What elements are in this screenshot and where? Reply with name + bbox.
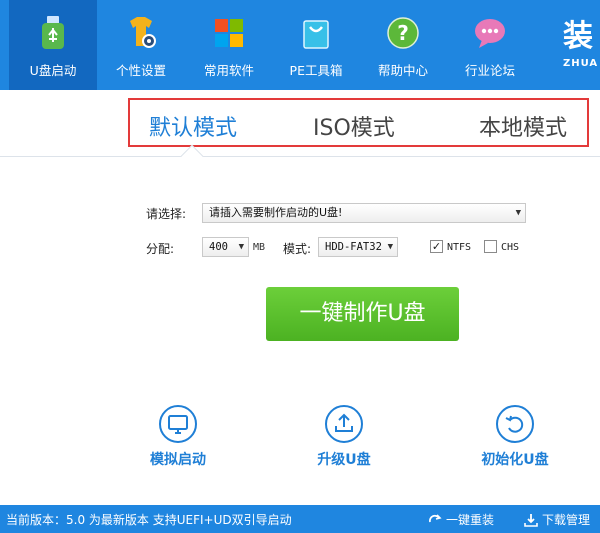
- monitor-icon: [159, 405, 197, 443]
- nav-label: 个性设置: [115, 63, 166, 78]
- format-mode-select[interactable]: HDD-FAT32 ▼: [318, 237, 398, 257]
- ntfs-checkbox[interactable]: ✓: [430, 240, 443, 253]
- partition-size-value: 400: [209, 241, 228, 253]
- nav-label: 帮助中心: [377, 63, 428, 78]
- usb-drive-icon: [42, 16, 64, 49]
- simulate-boot-button[interactable]: 模拟启动: [143, 405, 213, 469]
- download-manager-link[interactable]: 下载管理: [524, 511, 590, 528]
- tab-divider: [0, 156, 600, 157]
- nav-label: 常用软件: [203, 63, 254, 78]
- undo-arrow-icon: [496, 405, 534, 443]
- partition-label: 分配:: [146, 242, 175, 256]
- chevron-down-icon: ▼: [238, 242, 244, 252]
- download-label: 下载管理: [542, 513, 591, 527]
- chat-bubble-icon: [475, 19, 505, 48]
- mode-tabs-highlight: 默认模式 ISO模式 本地模式: [128, 98, 589, 147]
- simulate-boot-label: 模拟启动: [150, 452, 206, 468]
- partition-size-select[interactable]: 400 ▼: [202, 237, 249, 257]
- chevron-down-icon: ▼: [515, 208, 521, 218]
- nav-label: 行业论坛: [464, 63, 515, 78]
- usb-device-select[interactable]: 请插入需要制作启动的U盘! ▼: [202, 203, 526, 223]
- initialize-usb-label: 初始化U盘: [481, 452, 549, 468]
- windows-tiles-icon: [215, 19, 243, 47]
- nav-item-software[interactable]: 常用软件: [185, 0, 273, 90]
- chevron-down-icon: ▼: [387, 242, 393, 252]
- reinstall-label: 一键重装: [446, 513, 495, 527]
- brand-logo: 装 ZHUA: [563, 19, 599, 70]
- check-icon: ✓: [431, 240, 442, 253]
- nav-label: U盘启动: [29, 63, 77, 78]
- initialize-usb-button[interactable]: 初始化U盘: [474, 405, 556, 469]
- upload-tray-icon: [325, 405, 363, 443]
- help-question-icon: ?: [387, 17, 419, 49]
- nav-item-usb-boot[interactable]: U盘启动: [9, 0, 97, 90]
- nav-item-help-center[interactable]: ? 帮助中心: [359, 0, 447, 90]
- mode-label: 模式:: [283, 242, 312, 256]
- tab-default-mode[interactable]: 默认模式: [149, 110, 237, 142]
- nav-label: PE工具箱: [289, 63, 343, 78]
- version-status-text: 当前版本：5.0 为最新版本 支持UEFI+UD双引导启动: [6, 513, 292, 527]
- chs-checkbox[interactable]: ✓: [484, 240, 497, 253]
- ntfs-label: NTFS: [447, 242, 472, 253]
- one-click-reinstall-link[interactable]: 一键重装: [428, 511, 494, 528]
- select-label: 请选择:: [146, 207, 187, 221]
- nav-item-personalize[interactable]: 个性设置: [97, 0, 185, 90]
- tshirt-gear-icon: [130, 17, 156, 48]
- upgrade-usb-button[interactable]: 升级U盘: [308, 405, 380, 469]
- svg-text:?: ?: [397, 21, 409, 45]
- top-nav-bar: U盘启动 个性设置 常用软件 PE工具箱 ? 帮助中心 行业论坛 装 ZHUA: [0, 0, 600, 90]
- refresh-icon: [428, 514, 442, 523]
- chs-label: CHS: [501, 242, 520, 253]
- download-icon: [524, 514, 538, 527]
- make-usb-button[interactable]: 一键制作U盘: [266, 287, 459, 341]
- tab-iso-mode[interactable]: ISO模式: [313, 110, 395, 142]
- shopping-bag-icon: [303, 20, 329, 49]
- nav-item-pe-toolbox[interactable]: PE工具箱: [272, 0, 360, 90]
- status-bar: 当前版本：5.0 为最新版本 支持UEFI+UD双引导启动 一键重装 下载管理: [0, 505, 600, 533]
- active-tab-pointer: [180, 144, 204, 168]
- usb-device-value: 请插入需要制作启动的U盘!: [209, 206, 343, 219]
- nav-item-forum[interactable]: 行业论坛: [446, 0, 534, 90]
- upgrade-usb-label: 升级U盘: [317, 452, 371, 468]
- tab-local-mode[interactable]: 本地模式: [479, 110, 567, 142]
- format-mode-value: HDD-FAT32: [325, 241, 382, 253]
- partition-unit: MB: [253, 242, 266, 253]
